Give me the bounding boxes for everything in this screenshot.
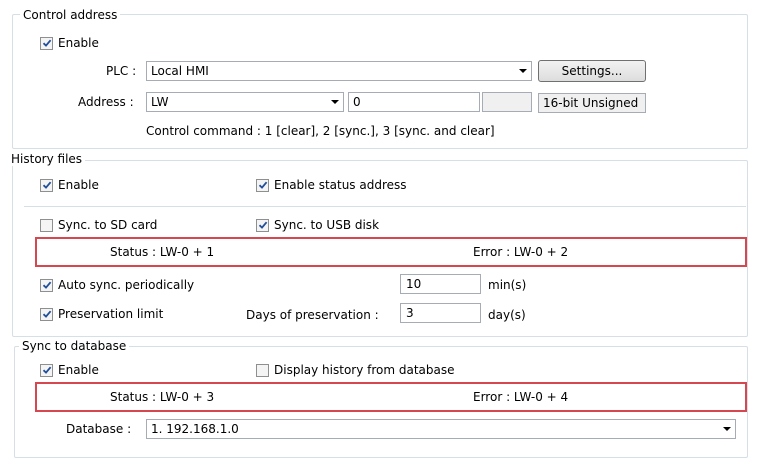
control-command-note: Control command : 1 [clear], 2 [sync.], … [146,124,495,138]
sync-sd-label: Sync. to SD card [58,218,158,232]
auto-sync-checkbox[interactable]: Auto sync. periodically [40,277,194,293]
address-type-value: LW [151,95,169,109]
sync-usb-checkbox[interactable]: Sync. to USB disk [256,217,379,233]
days-input[interactable]: 3 [400,303,481,323]
address-label: Address : [78,95,134,109]
history-status-text: Status : LW-0 + 1 [110,245,215,259]
auto-sync-input[interactable]: 10 [400,274,481,294]
checkmark-icon [42,366,51,374]
history-enable-label: Enable [58,178,99,192]
sync-sd-checkbox[interactable]: Sync. to SD card [40,217,157,233]
address-readonly-field [482,92,532,112]
checkbox-box[interactable] [40,36,53,50]
auto-sync-unit: min(s) [488,278,527,292]
checkmark-icon [42,310,51,318]
display-history-checkbox[interactable]: Display history from database [256,362,455,378]
sync-usb-label: Sync. to USB disk [274,218,380,232]
sync-database-title: Sync to database [19,339,130,353]
control-address-title: Control address [20,8,121,22]
control-enable-label: Enable [58,36,99,50]
chevron-down-icon[interactable] [515,69,531,73]
checkbox-box[interactable] [40,307,53,321]
history-files-title: History files [8,152,86,166]
db-enable-label: Enable [58,363,99,377]
checkbox-box[interactable] [40,218,53,232]
checkbox-box[interactable] [40,278,53,292]
settings-button[interactable]: Settings... [538,60,646,82]
checkmark-icon [42,181,51,189]
db-error-text: Error : LW-0 + 4 [473,390,569,404]
db-enable-checkbox[interactable]: Enable [40,362,99,378]
history-separator [24,206,746,207]
plc-select-value: Local HMI [151,64,209,78]
plc-select[interactable]: Local HMI [146,61,532,81]
database-select-value: 1. 192.168.1.0 [151,422,239,436]
control-enable-checkbox[interactable]: Enable [40,35,99,51]
checkmark-icon [258,181,267,189]
db-status-text: Status : LW-0 + 3 [110,390,215,404]
enable-status-checkbox[interactable]: Enable status address [256,177,407,193]
chevron-down-icon[interactable] [327,100,343,104]
checkbox-box[interactable] [40,178,53,192]
history-enable-checkbox[interactable]: Enable [40,177,99,193]
address-input[interactable]: 0 [348,92,480,112]
checkmark-icon [42,39,51,47]
chevron-down-icon[interactable] [719,427,735,431]
data-format-label: 16-bit Unsigned [538,93,646,113]
checkbox-box[interactable] [40,363,53,377]
auto-sync-label: Auto sync. periodically [58,278,195,292]
display-history-label: Display history from database [274,363,455,377]
checkmark-icon [42,281,51,289]
days-unit: day(s) [488,308,526,322]
days-label: Days of preservation : [246,308,379,322]
preservation-checkbox[interactable]: Preservation limit [40,306,163,322]
checkbox-box[interactable] [256,218,269,232]
enable-status-label: Enable status address [274,178,407,192]
plc-label: PLC : [106,64,137,78]
checkbox-box[interactable] [256,178,269,192]
history-error-text: Error : LW-0 + 2 [473,245,569,259]
database-select[interactable]: 1. 192.168.1.0 [146,419,736,439]
preservation-label: Preservation limit [58,307,164,321]
checkmark-icon [258,221,267,229]
database-label: Database : [66,422,132,436]
address-type-select[interactable]: LW [146,92,344,112]
checkbox-box[interactable] [256,363,269,377]
